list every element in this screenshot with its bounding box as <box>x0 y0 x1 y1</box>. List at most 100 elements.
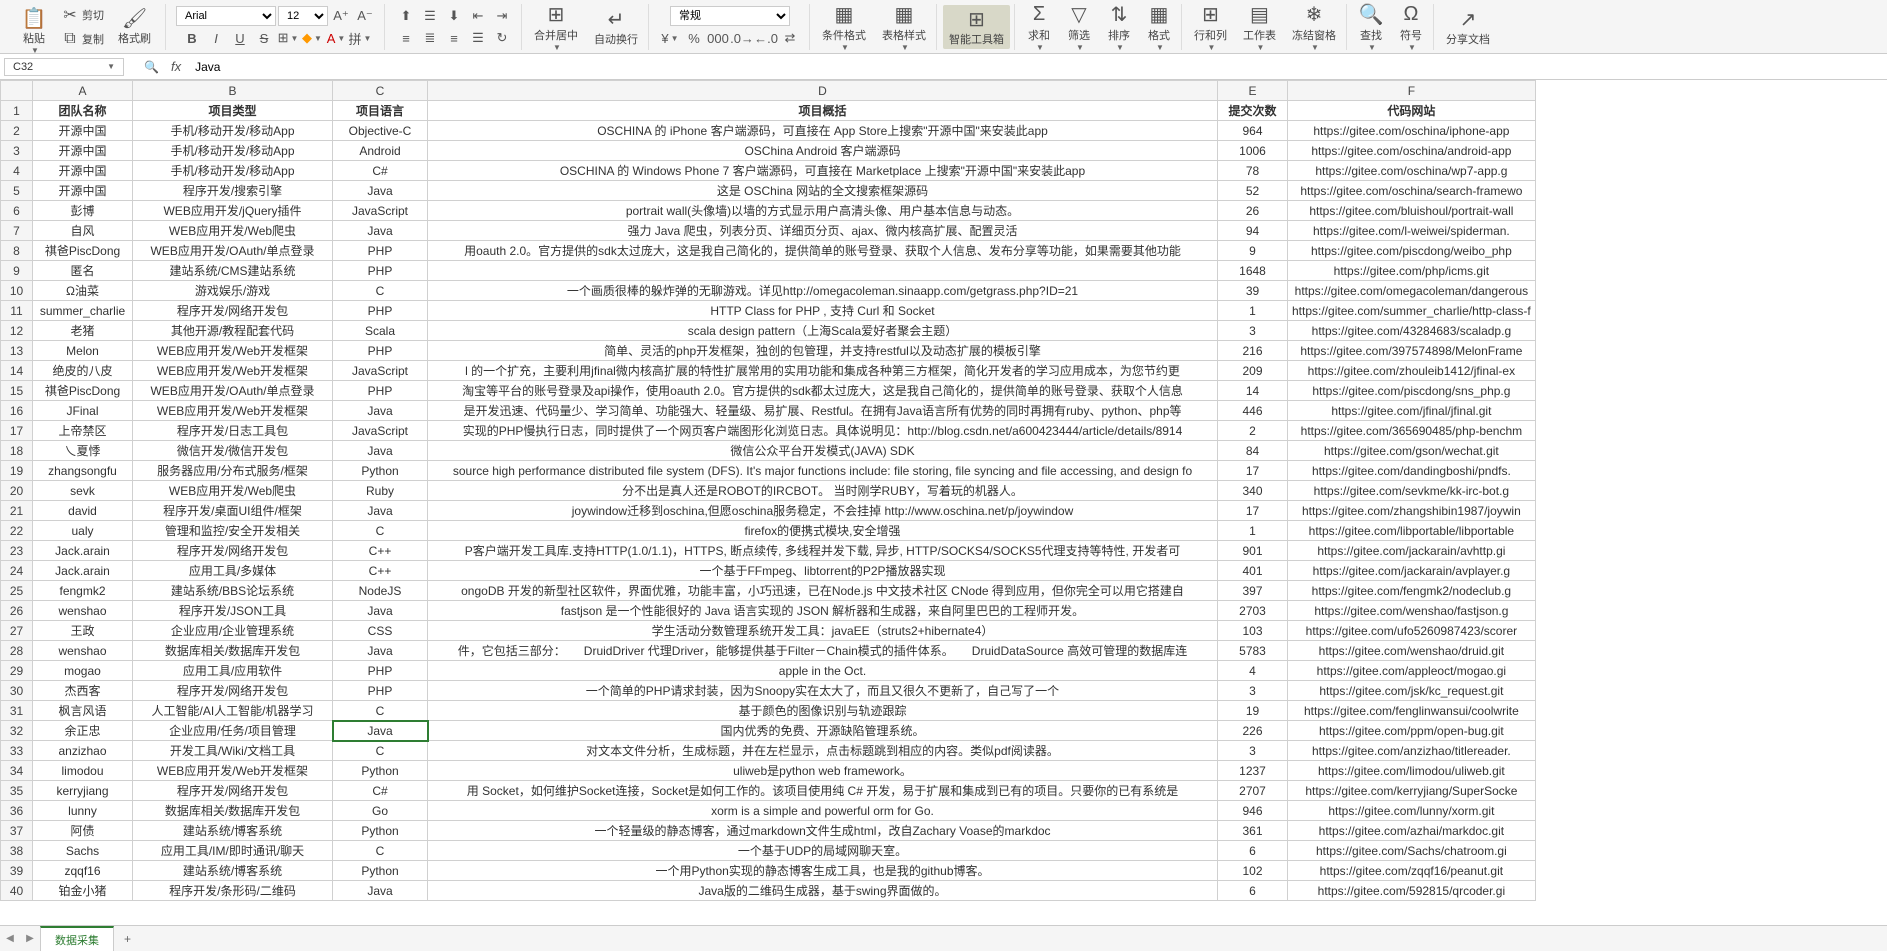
cell[interactable]: 匿名 <box>33 261 133 281</box>
cell[interactable]: 一个简单的PHP请求封装，因为Snoopy实在太大了，而且又很久不更新了，自己写… <box>428 681 1218 701</box>
cell[interactable]: Java版的二维码生成器，基于swing界面做的。 <box>428 881 1218 901</box>
row-header[interactable]: 1 <box>1 101 33 121</box>
row-header[interactable]: 14 <box>1 361 33 381</box>
cell[interactable]: 5783 <box>1218 641 1288 661</box>
cell[interactable]: 自风 <box>33 221 133 241</box>
row-header[interactable]: 21 <box>1 501 33 521</box>
tab-nav-next[interactable]: ▶ <box>20 933 40 944</box>
row-header[interactable]: 4 <box>1 161 33 181</box>
cell[interactable]: NodeJS <box>333 581 428 601</box>
formula-input[interactable] <box>193 58 1883 76</box>
add-sheet-button[interactable]: + <box>114 928 141 950</box>
cell[interactable]: PHP <box>333 341 428 361</box>
cell[interactable]: 上帝禁区 <box>33 421 133 441</box>
row-header[interactable]: 39 <box>1 861 33 881</box>
cell[interactable]: https://gitee.com/oschina/search-framewo <box>1288 181 1536 201</box>
cell[interactable]: WEB应用开发/Web开发框架 <box>133 761 333 781</box>
cell[interactable]: 建站系统/博客系统 <box>133 861 333 881</box>
increase-font-button[interactable]: A⁺ <box>330 6 352 26</box>
cell[interactable]: 361 <box>1218 821 1288 841</box>
cell[interactable]: https://gitee.com/oschina/wp7-app.g <box>1288 161 1536 181</box>
row-header[interactable]: 24 <box>1 561 33 581</box>
cell[interactable]: sevk <box>33 481 133 501</box>
cell[interactable]: 管理和监控/安全开发相关 <box>133 521 333 541</box>
cell[interactable]: portrait wall(头像墙)以墙的方式显示用户高清头像、用户基本信息与动… <box>428 201 1218 221</box>
cell[interactable]: https://gitee.com/wenshao/fastjson.g <box>1288 601 1536 621</box>
cell[interactable]: Sachs <box>33 841 133 861</box>
cell[interactable]: https://gitee.com/summer_charlie/http-cl… <box>1288 301 1536 321</box>
row-header[interactable]: 27 <box>1 621 33 641</box>
cell[interactable]: C++ <box>333 561 428 581</box>
freeze-button[interactable]: ❄冻结窗格▼ <box>1286 1 1342 54</box>
cond-format-button[interactable]: ▦条件格式▼ <box>816 1 872 54</box>
align-bottom-button[interactable]: ⬇ <box>443 6 465 26</box>
cell[interactable]: summer_charlie <box>33 301 133 321</box>
italic-button[interactable]: I <box>205 28 227 48</box>
cell[interactable]: 964 <box>1218 121 1288 141</box>
header-cell[interactable]: 提交次数 <box>1218 101 1288 121</box>
cell[interactable]: 学生活动分数管理系统开发工具：javaEE（struts2+hibernate4… <box>428 621 1218 641</box>
row-header[interactable]: 10 <box>1 281 33 301</box>
cell[interactable]: WEB应用开发/OAuth/单点登录 <box>133 241 333 261</box>
cell[interactable]: OSCHINA 的 Windows Phone 7 客户端源码，可直接在 Mar… <box>428 161 1218 181</box>
cell[interactable]: https://gitee.com/jsk/kc_request.git <box>1288 681 1536 701</box>
cell[interactable]: https://gitee.com/appleoct/mogao.gi <box>1288 661 1536 681</box>
cell[interactable]: 946 <box>1218 801 1288 821</box>
row-header[interactable]: 26 <box>1 601 33 621</box>
col-header-A[interactable]: A <box>33 81 133 101</box>
select-all-corner[interactable] <box>1 81 33 101</box>
cell[interactable]: OSCHINA 的 iPhone 客户端源码，可直接在 App Store上搜索… <box>428 121 1218 141</box>
col-header-C[interactable]: C <box>333 81 428 101</box>
cell[interactable]: 老猪 <box>33 321 133 341</box>
cell[interactable]: 程序开发/网络开发包 <box>133 541 333 561</box>
cell[interactable]: https://gitee.com/wenshao/druid.git <box>1288 641 1536 661</box>
cell[interactable]: 数据库相关/数据库开发包 <box>133 801 333 821</box>
cell[interactable]: 3 <box>1218 741 1288 761</box>
cell[interactable]: PHP <box>333 661 428 681</box>
cell[interactable]: 建站系统/CMS建站系统 <box>133 261 333 281</box>
cell[interactable]: WEB应用开发/Web开发框架 <box>133 341 333 361</box>
cell[interactable]: Java <box>333 221 428 241</box>
cell[interactable]: 祺爸PiscDong <box>33 241 133 261</box>
smart-tools-button[interactable]: ⊞智能工具箱 <box>943 5 1010 49</box>
tab-nav-prev[interactable]: ◀ <box>0 933 20 944</box>
cell[interactable]: 1006 <box>1218 141 1288 161</box>
cell[interactable]: 开源中国 <box>33 181 133 201</box>
cell[interactable]: 397 <box>1218 581 1288 601</box>
underline-button[interactable]: U <box>229 28 251 48</box>
cell[interactable]: 17 <box>1218 501 1288 521</box>
cell[interactable]: fengmk2 <box>33 581 133 601</box>
cell[interactable]: Python <box>333 461 428 481</box>
cell[interactable]: C <box>333 841 428 861</box>
cell[interactable]: 实现的PHP慢执行日志，同时提供了一个网页客户端图形化浏览日志。具体说明见：ht… <box>428 421 1218 441</box>
row-header[interactable]: 22 <box>1 521 33 541</box>
cell[interactable]: 枫言风语 <box>33 701 133 721</box>
cell[interactable]: 17 <box>1218 461 1288 481</box>
increase-decimal-button[interactable]: .0→ <box>731 28 753 48</box>
cell[interactable]: 程序开发/日志工具包 <box>133 421 333 441</box>
font-size-select[interactable]: 12 <box>278 6 328 26</box>
cell[interactable]: 3 <box>1218 681 1288 701</box>
header-cell[interactable]: 项目语言 <box>333 101 428 121</box>
cell[interactable]: 程序开发/JSON工具 <box>133 601 333 621</box>
cell[interactable]: scala design pattern（上海Scala爱好者聚会主题） <box>428 321 1218 341</box>
cell[interactable]: PHP <box>333 241 428 261</box>
merge-center-button[interactable]: ⊞合并居中▼ <box>528 1 584 54</box>
col-header-E[interactable]: E <box>1218 81 1288 101</box>
cell[interactable]: apple in the Oct. <box>428 661 1218 681</box>
row-header[interactable]: 13 <box>1 341 33 361</box>
cell[interactable]: https://gitee.com/zhangshibin1987/joywin <box>1288 501 1536 521</box>
cell[interactable]: https://gitee.com/ufo5260987423/scorer <box>1288 621 1536 641</box>
col-header-D[interactable]: D <box>428 81 1218 101</box>
cell[interactable]: 开源中国 <box>33 141 133 161</box>
cell[interactable]: JavaScript <box>333 201 428 221</box>
cell[interactable]: 2707 <box>1218 781 1288 801</box>
cell[interactable]: mogao <box>33 661 133 681</box>
row-header[interactable]: 33 <box>1 741 33 761</box>
cell[interactable]: firefox的便携式模块,安全增强 <box>428 521 1218 541</box>
cell[interactable]: 分不出是真人还是ROBOT的IRCBOT。 当时刚学RUBY，写着玩的机器人。 <box>428 481 1218 501</box>
cell[interactable]: JavaScript <box>333 361 428 381</box>
cell[interactable]: 340 <box>1218 481 1288 501</box>
cell[interactable]: zhangsongfu <box>33 461 133 481</box>
cell[interactable]: 开发工具/Wiki/文档工具 <box>133 741 333 761</box>
